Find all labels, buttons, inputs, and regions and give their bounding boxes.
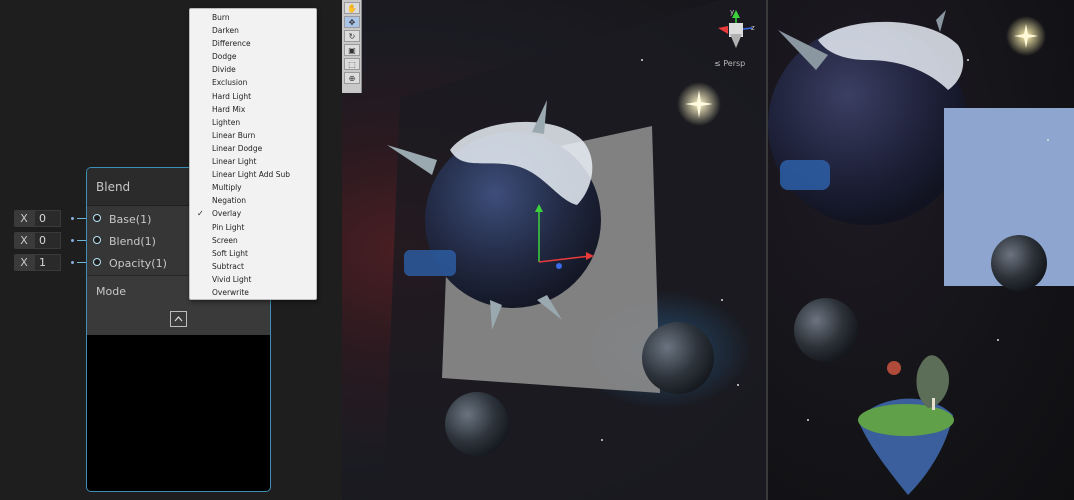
- port-dot-icon: [71, 216, 74, 220]
- menu-item-label: Darken: [212, 26, 239, 36]
- moon: [794, 298, 858, 362]
- menu-item-label: Linear Light: [212, 157, 257, 167]
- menu-item-darken[interactable]: Darken: [190, 24, 316, 37]
- menu-item-soft-light[interactable]: Soft Light: [190, 247, 316, 260]
- menu-item-label: Divide: [212, 65, 236, 75]
- menu-item-label: Screen: [212, 235, 238, 245]
- menu-item-label: Linear Light Add Sub: [212, 170, 290, 180]
- menu-item-label: Negation: [212, 196, 246, 206]
- blend-mode-dropdown-menu[interactable]: Burn Darken Difference Dodge Divide Excl…: [189, 8, 317, 300]
- menu-item-overwrite[interactable]: Overwrite: [190, 286, 316, 299]
- rotate-icon: ↻: [348, 31, 356, 41]
- menu-item-subtract[interactable]: Subtract: [190, 260, 316, 273]
- menu-item-label: Hard Mix: [212, 104, 246, 114]
- menu-item-label: Overwrite: [212, 287, 249, 297]
- menu-item-screen[interactable]: Screen: [190, 234, 316, 247]
- menu-item-linear-burn[interactable]: Linear Burn: [190, 129, 316, 142]
- menu-item-label: Hard Light: [212, 91, 252, 101]
- menu-item-hard-light[interactable]: Hard Light: [190, 90, 316, 103]
- base-port-label: Base(1): [109, 213, 152, 226]
- preview-bar: [87, 307, 270, 335]
- opacity-port-connector[interactable]: [93, 258, 101, 266]
- menu-item-linear-dodge[interactable]: Linear Dodge: [190, 142, 316, 155]
- rect-tool-button[interactable]: ⬚: [344, 58, 360, 70]
- menu-item-lighten[interactable]: Lighten: [190, 116, 316, 129]
- menu-item-overlay[interactable]: ✓ Overlay: [190, 207, 316, 220]
- menu-item-label: Multiply: [212, 183, 242, 193]
- rotate-tool-button[interactable]: ↻: [344, 30, 360, 42]
- opacity-value[interactable]: 1: [34, 253, 61, 271]
- port-dot-icon: [71, 260, 74, 264]
- collapse-preview-button[interactable]: [170, 311, 187, 327]
- menu-item-label: Pin Light: [212, 222, 245, 232]
- menu-item-dodge[interactable]: Dodge: [190, 50, 316, 63]
- moon: [991, 235, 1047, 291]
- menu-item-label: Soft Light: [212, 248, 248, 258]
- moon: [642, 322, 714, 394]
- moon: [445, 392, 509, 456]
- blend-port-connector[interactable]: [93, 236, 101, 244]
- hand-tool-button[interactable]: ✋: [344, 2, 360, 14]
- opacity-input-field[interactable]: X 1: [14, 253, 74, 271]
- gizmo-y-label: y: [730, 8, 735, 16]
- projection-label[interactable]: ≤ Persp: [714, 59, 745, 68]
- blend-input-field[interactable]: X 0: [14, 231, 74, 249]
- menu-item-label: Linear Dodge: [212, 143, 263, 153]
- menu-item-label: Burn: [212, 13, 230, 22]
- scale-icon: ▣: [348, 45, 356, 55]
- menu-item-difference[interactable]: Difference: [190, 37, 316, 50]
- transform-tool-button[interactable]: ⊕: [344, 72, 360, 84]
- blend-value[interactable]: 0: [34, 231, 61, 249]
- menu-item-label: Subtract: [212, 261, 244, 271]
- menu-item-exclusion[interactable]: Exclusion: [190, 76, 316, 89]
- menu-item-label: Linear Burn: [212, 130, 256, 140]
- menu-item-hard-mix[interactable]: Hard Mix: [190, 103, 316, 116]
- transform-icon: ⊕: [348, 73, 356, 83]
- base-port-connector[interactable]: [93, 214, 101, 222]
- chevron-up-icon: [174, 316, 183, 322]
- menu-item-multiply[interactable]: Multiply: [190, 181, 316, 194]
- menu-item-linear-light-add-sub[interactable]: Linear Light Add Sub: [190, 168, 316, 181]
- shader-graph-canvas[interactable]: X 0 X 0 X 1 Blend Base(1) Blend(1) Opaci…: [0, 0, 342, 500]
- menu-item-label: Exclusion: [212, 78, 248, 88]
- rect-icon: ⬚: [348, 59, 356, 69]
- move-tool-button[interactable]: ✥: [344, 16, 360, 28]
- axis-label: X: [14, 231, 34, 249]
- menu-item-label: Difference: [212, 39, 251, 49]
- menu-item-divide[interactable]: Divide: [190, 63, 316, 76]
- game-view: [768, 0, 1074, 500]
- axis-label: X: [14, 209, 34, 227]
- scene-tools-toolbar: ✋ ✥ ↻ ▣ ⬚ ⊕: [342, 0, 362, 93]
- opacity-port-label: Opacity(1): [109, 257, 167, 270]
- move-icon: ✥: [348, 17, 356, 27]
- menu-item-label: Lighten: [212, 117, 241, 127]
- port-dot-icon: [71, 238, 74, 242]
- game-render: [768, 10, 1074, 495]
- axis-label: X: [14, 253, 34, 271]
- menu-item-label: Vivid Light: [212, 274, 252, 284]
- blend-port-label: Blend(1): [109, 235, 156, 248]
- menu-item-label: Dodge: [212, 52, 237, 62]
- menu-item-vivid-light[interactable]: Vivid Light: [190, 273, 316, 286]
- menu-item-linear-light[interactable]: Linear Light: [190, 155, 316, 168]
- checkmark-icon: ✓: [197, 209, 204, 219]
- base-value[interactable]: 0: [34, 209, 61, 227]
- gizmo-z-label: z: [751, 24, 755, 32]
- scale-tool-button[interactable]: ▣: [344, 44, 360, 56]
- base-input-field[interactable]: X 0: [14, 209, 74, 227]
- scene-render: [384, 0, 766, 500]
- menu-item-label: Overlay: [212, 209, 242, 219]
- editor-window: X 0 X 0 X 1 Blend Base(1) Blend(1) Opaci…: [0, 0, 1074, 500]
- menu-item-pin-light[interactable]: Pin Light: [190, 221, 316, 234]
- scene-view[interactable]: ✋ ✥ ↻ ▣ ⬚ ⊕ y z ≤ Persp: [342, 0, 766, 500]
- hand-icon: ✋: [347, 3, 357, 13]
- menu-item-burn[interactable]: Burn: [190, 11, 316, 24]
- menu-item-negation[interactable]: Negation: [190, 194, 316, 207]
